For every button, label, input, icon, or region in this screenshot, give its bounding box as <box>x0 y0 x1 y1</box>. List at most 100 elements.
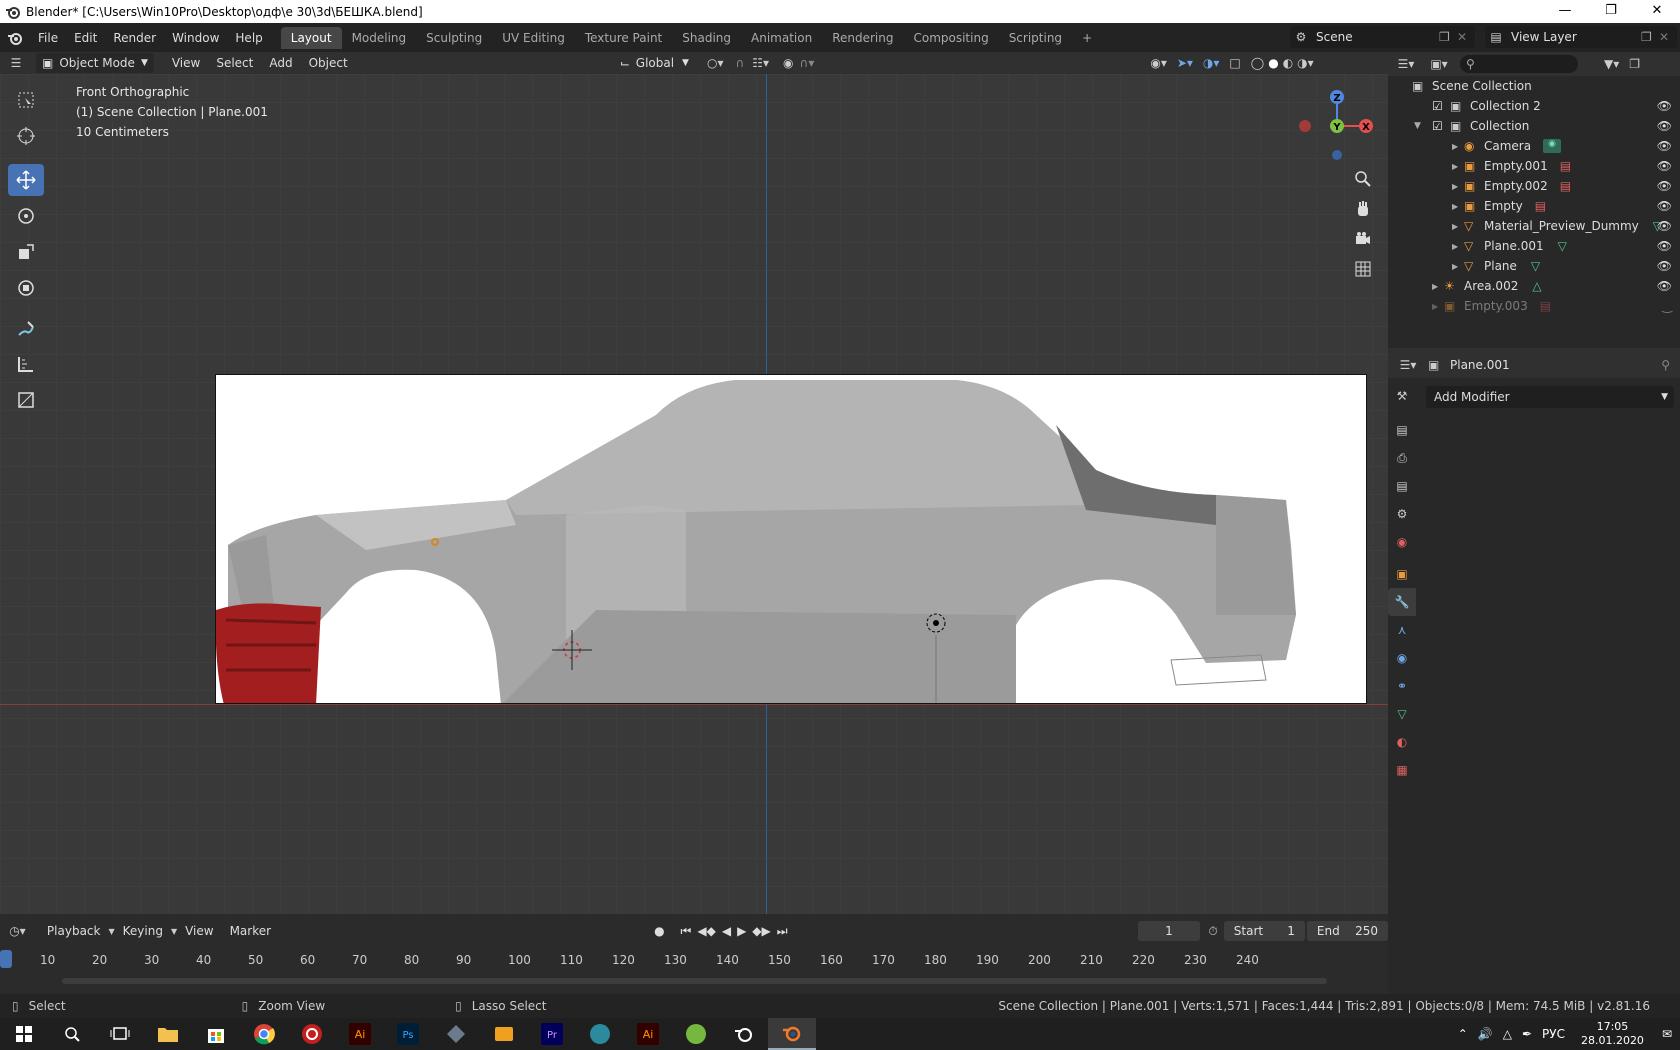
texture-icon[interactable]: ▦ <box>1388 756 1416 784</box>
eye-icon[interactable]: 👁 <box>1657 99 1672 113</box>
jump-end-icon[interactable]: ⏭ <box>777 924 788 939</box>
mode-selector[interactable]: ▣ Object Mode ▼ <box>36 53 154 73</box>
app-red-icon[interactable] <box>288 1018 336 1050</box>
tab-sculpting[interactable]: Sculpting <box>416 27 492 49</box>
expand-arrow-icon[interactable]: ▶ <box>1452 202 1464 211</box>
tab-scripting[interactable]: Scripting <box>999 27 1072 49</box>
blender-active-taskbar-icon[interactable] <box>768 1018 816 1050</box>
eye-icon[interactable]: 👁 <box>1657 199 1672 213</box>
expand-arrow-icon[interactable]: ▶ <box>1432 302 1444 311</box>
start-frame-field[interactable]: Start 1 <box>1223 921 1305 941</box>
store-icon[interactable] <box>192 1018 240 1050</box>
photoshop-icon[interactable]: Ps <box>384 1018 432 1050</box>
proportional-edit-icon[interactable]: ◉ <box>783 56 793 70</box>
physics-icon[interactable]: ◉ <box>1388 644 1416 672</box>
chrome-icon[interactable] <box>240 1018 288 1050</box>
menu-object[interactable]: Object <box>301 56 356 70</box>
tab-uv-editing[interactable]: UV Editing <box>492 27 575 49</box>
eye-icon[interactable]: 👁 <box>1657 259 1672 273</box>
output-icon[interactable]: ⎙ <box>1388 444 1416 472</box>
rendered-shading-icon[interactable]: ◑▾ <box>1297 56 1314 70</box>
eye-icon[interactable]: 👁 <box>1657 279 1672 293</box>
volume-icon[interactable]: 🔊 <box>1478 1027 1493 1041</box>
outliner-row-collection[interactable]: ▼ ☑ ▣ Collection 👁 <box>1388 116 1680 136</box>
eye-icon[interactable]: 👁 <box>1657 179 1672 193</box>
close-button[interactable]: ✕ <box>1634 0 1680 23</box>
expand-arrow-icon[interactable]: ▶ <box>1452 162 1464 171</box>
checkbox-icon[interactable]: ☑ <box>1432 119 1450 133</box>
video-app-icon[interactable] <box>480 1018 528 1050</box>
add-modifier-dropdown[interactable]: Add Modifier ▼ <box>1426 386 1674 408</box>
current-frame-field[interactable]: 1 <box>1137 921 1201 941</box>
illustrator-2-icon[interactable]: Ai <box>624 1018 672 1050</box>
outliner-row-camera[interactable]: ▶ ◉ Camera ◉ 👁 <box>1388 136 1680 156</box>
outliner-row-plane-001[interactable]: ▶ ▽ Plane.001 ▽ 👁 <box>1388 236 1680 256</box>
menu-marker[interactable]: Marker <box>222 924 279 938</box>
file-explorer-icon[interactable] <box>144 1018 192 1050</box>
language-indicator[interactable]: РУС <box>1542 1027 1565 1041</box>
snap-target-icon[interactable]: ☷▾ <box>752 56 769 70</box>
new-collection-icon[interactable]: ❐ <box>1629 57 1640 71</box>
pin-icon[interactable]: ⚲ <box>1661 358 1670 372</box>
menu-window[interactable]: Window <box>164 31 227 45</box>
gizmo-toggle-icon[interactable]: ➤▾ <box>1177 56 1193 70</box>
zoom-icon[interactable] <box>1350 166 1376 192</box>
particles-icon[interactable]: ⋏ <box>1388 616 1416 644</box>
menu-view[interactable]: View <box>177 924 221 938</box>
visibility-icon[interactable]: ◉▾ <box>1150 56 1167 70</box>
falloff-icon[interactable]: ∩▾ <box>800 56 815 70</box>
wireframe-shading-icon[interactable]: ◯ <box>1251 56 1264 70</box>
prev-keyframe-icon[interactable]: ◀◆ <box>697 924 715 938</box>
annotate-tool[interactable] <box>8 312 44 344</box>
display-mode-icon[interactable]: ▣▾ <box>1424 57 1454 71</box>
timeline-editor-icon[interactable]: ◷▾ <box>0 924 35 938</box>
cursor-tool[interactable] <box>8 120 44 152</box>
tab-shading[interactable]: Shading <box>672 27 741 49</box>
rotate-tool[interactable] <box>8 200 44 232</box>
playhead[interactable] <box>0 950 12 968</box>
object-data-icon[interactable]: ▽ <box>1388 700 1416 728</box>
tray-chevron-icon[interactable]: ⌃ <box>1458 1027 1468 1041</box>
end-frame-field[interactable]: End 250 <box>1306 921 1389 941</box>
outliner-row-material-preview-dummy[interactable]: ▶ ▽ Material_Preview_Dummy ▽ 👁 <box>1388 216 1680 236</box>
maximize-button[interactable]: ❐ <box>1588 0 1634 23</box>
view-layer-selector[interactable]: ▤ View Layer ❐ ✕ <box>1485 26 1677 48</box>
expand-arrow-icon[interactable]: ▶ <box>1432 282 1444 291</box>
eye-icon[interactable]: 👁 <box>1657 139 1672 153</box>
new-scene-icon[interactable]: ❐ <box>1439 30 1457 44</box>
object-properties-icon[interactable]: ▣ <box>1388 560 1416 588</box>
move-tool[interactable] <box>8 164 44 196</box>
new-view-layer-icon[interactable]: ❐ <box>1641 30 1659 44</box>
menu-select[interactable]: Select <box>208 56 261 70</box>
menu-playback[interactable]: Playback <box>39 924 109 938</box>
outliner-row-plane[interactable]: ▶ ▽ Plane ▽ 👁 <box>1388 256 1680 276</box>
3d-viewport[interactable]: Front Orthographic (1) Scene Collection … <box>0 74 1388 914</box>
tab-animation[interactable]: Animation <box>741 27 822 49</box>
illustrator-icon[interactable]: Ai <box>336 1018 384 1050</box>
transform-tool[interactable] <box>8 272 44 304</box>
world-icon[interactable]: ◉ <box>1388 528 1416 556</box>
tab-layout[interactable]: Layout <box>280 26 342 49</box>
pan-hand-icon[interactable] <box>1350 196 1376 222</box>
overlay-toggle-icon[interactable]: ◑▾ <box>1203 56 1220 70</box>
view-layer-icon[interactable]: ▤ <box>1388 472 1416 500</box>
record-icon[interactable]: ● <box>654 924 664 938</box>
car-reference-image[interactable] <box>215 374 1367 704</box>
expand-arrow-icon[interactable]: ▶ <box>1452 142 1464 151</box>
stopwatch-icon[interactable]: ⏱ <box>1208 924 1217 939</box>
utorrent-icon[interactable] <box>672 1018 720 1050</box>
delete-scene-icon[interactable]: ✕ <box>1457 30 1475 44</box>
expand-arrow-icon[interactable]: ▼ <box>1414 121 1432 131</box>
outliner-search-input[interactable]: ⚲ <box>1460 55 1578 73</box>
eye-icon[interactable]: 👁 <box>1657 119 1672 133</box>
eye-icon[interactable]: 👁 <box>1657 159 1672 173</box>
add-workspace-icon[interactable]: + <box>1072 27 1102 49</box>
outliner-row-empty[interactable]: ▶ ▣ Empty ▤ 👁 <box>1388 196 1680 216</box>
app-diamond-icon[interactable] <box>432 1018 480 1050</box>
task-view-icon[interactable] <box>96 1018 144 1050</box>
play-icon[interactable]: ▶ <box>737 924 746 938</box>
outliner-editor-icon[interactable]: ☰▾ <box>1388 57 1424 71</box>
blender-taskbar-icon[interactable] <box>720 1018 768 1050</box>
jump-start-icon[interactable]: ⏮ <box>681 924 692 939</box>
outliner-row-scene-collection[interactable]: ▣ Scene Collection <box>1388 76 1680 96</box>
